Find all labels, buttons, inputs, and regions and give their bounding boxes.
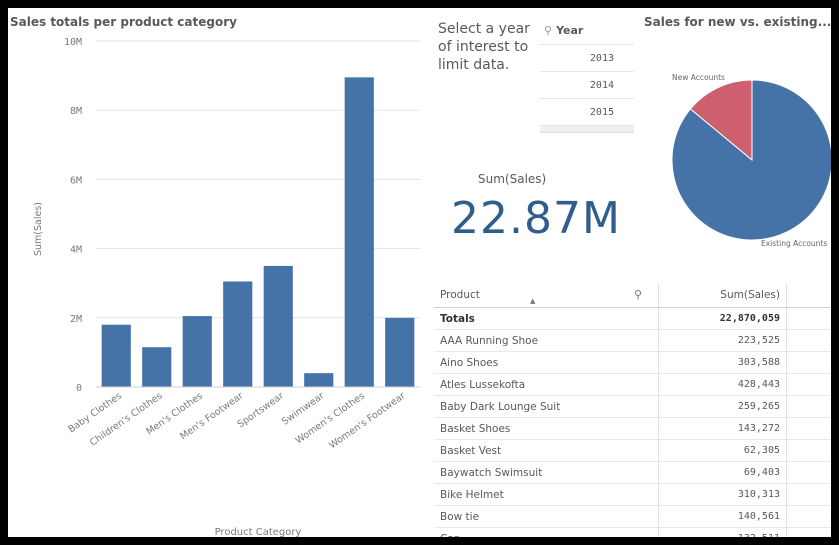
y-tick-label: 0 <box>76 383 82 394</box>
kpi-value: 22.87M <box>451 193 621 244</box>
x-tick-label: Children's Clothes <box>88 390 165 448</box>
kpi-label: Sum(Sales) <box>478 172 547 186</box>
sales-cell: 140,561 <box>737 511 780 522</box>
table-row[interactable]: Baywatch Swimsuit 69,403 <box>434 462 831 484</box>
table-row[interactable]: Baby Dark Lounge Suit 259,265 <box>434 396 831 418</box>
x-tick-label: Women's Footwear <box>327 390 407 451</box>
year-filter-title: Year <box>556 23 584 37</box>
filter-prompt: Select a year of interest to limit data. <box>438 21 530 73</box>
sales-cell: 69,403 <box>743 467 780 478</box>
year-option-2013[interactable]: 2013 <box>540 44 634 71</box>
sales-cell: 428,443 <box>737 379 780 390</box>
column-header-sales[interactable]: Sum(Sales) <box>654 283 780 307</box>
pie-label-existing: Existing Accounts <box>761 239 827 248</box>
bar-7[interactable] <box>385 317 415 387</box>
product-cell[interactable]: Atles Lussekofta <box>440 374 640 395</box>
bar-chart[interactable]: 02M4M6M8M10MSum(Sales)Baby ClothesChildr… <box>8 8 430 537</box>
product-cell[interactable]: Aino Shoes <box>440 352 640 373</box>
totals-label: Totals <box>440 312 475 325</box>
bar-1[interactable] <box>142 347 172 387</box>
table-header: Product ▲ ⚲ Sum(Sales) <box>434 283 831 308</box>
table-totals-row: Totals 22,870,059 <box>434 308 831 330</box>
x-tick-label: Women's Clothes <box>294 390 368 446</box>
year-option-2014[interactable]: 2014 <box>540 71 634 98</box>
bar-0[interactable] <box>101 324 131 387</box>
y-tick-label: 4M <box>70 245 82 256</box>
product-cell[interactable]: Bow tie <box>440 506 640 527</box>
bar-6[interactable] <box>344 77 374 387</box>
search-icon[interactable]: ⚲ <box>544 24 552 37</box>
table-row[interactable]: Atles Lussekofta 428,443 <box>434 374 831 396</box>
sales-table: Product ▲ ⚲ Sum(Sales) Totals 22,870,059… <box>434 283 831 537</box>
y-axis-label: Sum(Sales) <box>33 202 44 256</box>
sort-arrow-icon[interactable]: ▲ <box>530 297 535 305</box>
totals-value: 22,870,059 <box>719 313 780 324</box>
table-body: AAA Running Shoe 223,525 Aino Shoes 303,588… <box>434 330 831 537</box>
dashboard-sheet: Sales totals per product category 0 2M 4M 6… <box>8 8 831 537</box>
table-row[interactable]: Bike Helmet 310,313 <box>434 484 831 506</box>
product-cell[interactable]: Basket Shoes <box>440 418 640 439</box>
product-cell[interactable]: Cap <box>440 528 640 538</box>
x-axis-label: Product Category <box>215 527 302 537</box>
sales-cell: 303,588 <box>737 357 780 368</box>
table-row[interactable]: Bow tie 140,561 <box>434 506 831 528</box>
product-cell[interactable]: Baywatch Swimsuit <box>440 462 640 483</box>
y-tick-label: 8M <box>70 106 82 117</box>
filter-scrollbar[interactable] <box>540 126 634 133</box>
sales-cell: 259,265 <box>737 401 780 412</box>
table-row[interactable]: Basket Vest 62,305 <box>434 440 831 462</box>
bar-3[interactable] <box>223 281 253 387</box>
sales-cell: 62,305 <box>743 445 780 456</box>
product-cell[interactable]: Bike Helmet <box>440 484 640 505</box>
table-row[interactable]: AAA Running Shoe 223,525 <box>434 330 831 352</box>
year-filter-header[interactable]: ⚲ Year <box>540 16 634 44</box>
product-cell[interactable]: Basket Vest <box>440 440 640 461</box>
year-filter[interactable]: ⚲ Year 2013 2014 2015 <box>540 16 634 133</box>
column-search-icon[interactable]: ⚲ <box>634 288 642 301</box>
y-tick-label: 2M <box>70 314 82 325</box>
product-cell[interactable]: Baby Dark Lounge Suit <box>440 396 640 417</box>
y-tick-label: 10M <box>64 37 82 48</box>
year-option-2015[interactable]: 2015 <box>540 98 634 126</box>
bar-4[interactable] <box>263 265 293 387</box>
table-row[interactable]: Aino Shoes 303,588 <box>434 352 831 374</box>
sales-cell: 132,511 <box>654 528 780 537</box>
pie-chart[interactable]: New Accounts Existing Accounts <box>648 8 831 258</box>
sales-cell: 143,272 <box>737 423 780 434</box>
sales-cell: 310,313 <box>737 489 780 500</box>
table-row[interactable]: Cap 132,511 <box>434 528 831 537</box>
bar-2[interactable] <box>182 316 212 387</box>
product-cell[interactable]: AAA Running Shoe <box>440 330 640 351</box>
y-tick-label: 6M <box>70 175 82 186</box>
table-row[interactable]: Basket Shoes 143,272 <box>434 418 831 440</box>
sales-cell: 223,525 <box>737 335 780 346</box>
pie-label-new: New Accounts <box>672 73 725 82</box>
bar-5[interactable] <box>304 373 334 387</box>
column-header-product[interactable]: Product <box>440 283 640 307</box>
